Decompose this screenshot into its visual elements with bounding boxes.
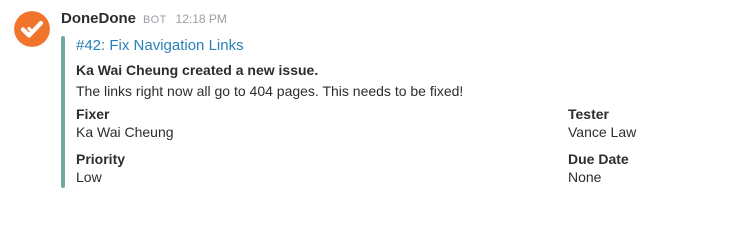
- field-tester: Tester Vance Law: [568, 106, 636, 141]
- field-title: Priority: [76, 151, 126, 167]
- avatar[interactable]: [14, 11, 50, 47]
- field-priority: Priority Low: [76, 151, 125, 186]
- field-title: Fixer: [76, 106, 110, 122]
- bot-badge: BOT: [143, 14, 167, 26]
- field-value: None: [568, 169, 602, 185]
- timestamp[interactable]: 12:18 PM: [176, 12, 227, 26]
- field-title: Due Date: [568, 151, 629, 167]
- field-fixer: Fixer Ka Wai Cheung: [76, 106, 174, 141]
- issue-title-link[interactable]: #42: Fix Navigation Links: [76, 37, 244, 54]
- donedone-check-icon: [14, 11, 50, 47]
- field-value: Ka Wai Cheung: [76, 124, 174, 140]
- field-value: Low: [76, 169, 102, 185]
- issue-pretext: Ka Wai Cheung created a new issue.: [76, 62, 319, 78]
- attachment-accent-bar: [61, 36, 65, 188]
- field-value: Vance Law: [568, 124, 637, 140]
- sender-name[interactable]: DoneDone: [61, 10, 136, 27]
- message-header: DoneDone BOT 12:18 PM: [61, 10, 227, 32]
- attachment: #42: Fix Navigation Links Ka Wai Cheung …: [61, 36, 741, 188]
- field-title: Tester: [568, 106, 609, 122]
- chat-message: DoneDone BOT 12:18 PM #42: Fix Navigatio…: [0, 0, 755, 215]
- issue-description: The links right now all go to 404 pages.…: [76, 83, 464, 99]
- field-due-date: Due Date None: [568, 151, 629, 186]
